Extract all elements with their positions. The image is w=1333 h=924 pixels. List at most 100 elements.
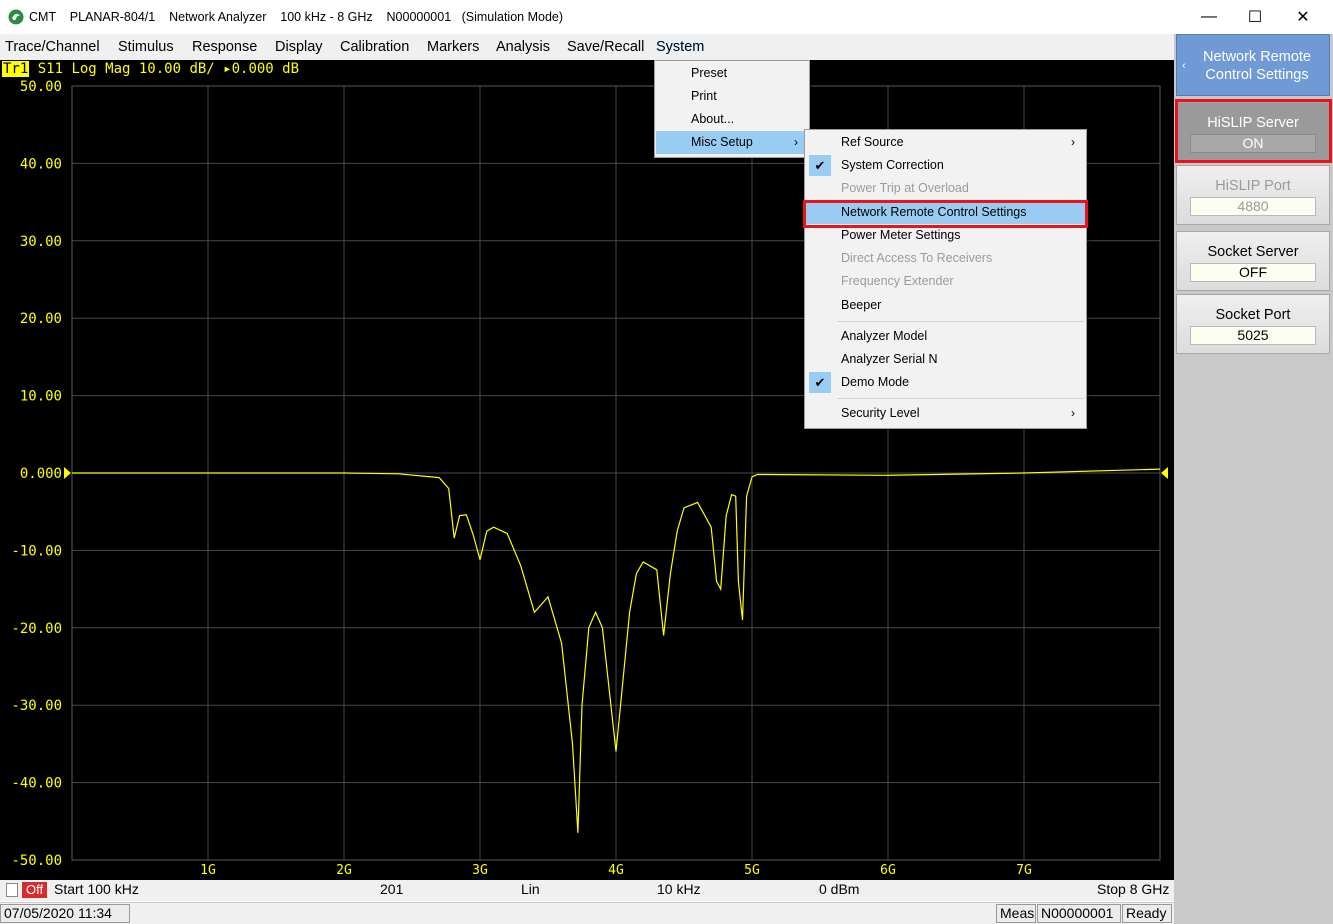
back-arrow-icon[interactable]: ‹	[1182, 57, 1186, 75]
print-label: Print	[691, 89, 717, 103]
y-tick-label: 10.00	[20, 389, 62, 405]
minimize-icon: —	[1201, 8, 1217, 25]
softkey-header-label: Network Remote Control Settings	[1203, 49, 1311, 83]
menu-item-analyzer-serial[interactable]: Analyzer Serial N	[806, 348, 1085, 371]
about-label: About...	[691, 112, 735, 126]
x-tick-label: 4G	[608, 863, 624, 878]
menu-response[interactable]: Response	[192, 39, 257, 55]
x-tick-label: 7G	[1016, 863, 1032, 878]
menu-item-system-correction[interactable]: ✔ System Correction	[806, 154, 1085, 177]
trace-format-label: S11 Log Mag 10.00 dB/ ▸0.000 dB	[29, 61, 300, 77]
softkey-hislip-port[interactable]: HiSLIP Port 4880	[1176, 165, 1330, 225]
menu-calibration[interactable]: Calibration	[340, 39, 409, 55]
x-tick-label: 5G	[744, 863, 760, 878]
socket-server-value: OFF	[1190, 263, 1316, 282]
menu-item-about[interactable]: About...	[656, 108, 808, 131]
meas-status: Meas	[996, 904, 1036, 923]
menu-display[interactable]: Display	[275, 39, 323, 55]
ready-status: Ready	[1122, 904, 1172, 923]
menu-separator	[837, 321, 1084, 322]
ref-source-label: Ref Source	[841, 135, 904, 149]
misc-setup-submenu: Ref Source › ✔ System Correction Power Tri…	[804, 129, 1087, 429]
socket-server-label: Socket Server	[1207, 244, 1299, 260]
menu-bar: Trace/Channel Stimulus Response Display …	[0, 34, 1174, 60]
stop-frequency[interactable]: Stop 8 GHz	[1097, 881, 1169, 897]
menu-item-print[interactable]: Print	[656, 85, 808, 108]
maximize-icon: ☐	[1247, 9, 1263, 26]
menu-separator	[837, 398, 1084, 399]
menu-item-power-trip: Power Trip at Overload	[806, 177, 1085, 200]
x-tick-label: 2G	[336, 863, 352, 878]
power-level[interactable]: 0 dBm	[819, 881, 859, 897]
y-tick-label: -30.00	[11, 698, 62, 714]
close-icon: ✕	[1296, 9, 1310, 26]
softkey-socket-port[interactable]: Socket Port 5025	[1176, 294, 1330, 354]
checkmark-icon: ✔	[809, 372, 831, 393]
channel-checkbox[interactable]	[6, 883, 18, 897]
y-tick-label: -50.00	[11, 853, 62, 869]
menu-item-beeper[interactable]: Beeper	[806, 294, 1085, 317]
misc-setup-label: Misc Setup	[691, 135, 753, 149]
beeper-label: Beeper	[841, 298, 882, 312]
start-frequency[interactable]: Start 100 kHz	[54, 881, 139, 897]
menu-trace-channel[interactable]: Trace/Channel	[5, 39, 100, 55]
menu-item-frequency-extender: Frequency Extender	[806, 270, 1085, 293]
softkey-header[interactable]: ‹ Network Remote Control Settings	[1176, 34, 1330, 96]
y-tick-label: 40.00	[20, 156, 62, 172]
menu-item-demo-mode[interactable]: ✔ Demo Mode	[806, 371, 1085, 394]
softkey-panel: ‹ Network Remote Control Settings HiSLIP…	[1174, 34, 1333, 924]
y-tick-label: -40.00	[11, 776, 62, 792]
x-tick-label: 1G	[200, 863, 216, 878]
system-correction-label: System Correction	[841, 158, 944, 172]
direct-access-label: Direct Access To Receivers	[841, 251, 993, 265]
frequency-extender-label: Frequency Extender	[841, 274, 954, 288]
hislip-port-value: 4880	[1190, 197, 1316, 216]
hislip-server-highlight	[1175, 99, 1332, 163]
menu-item-ref-source[interactable]: Ref Source ›	[806, 131, 1085, 154]
trace-tag[interactable]: Tr1	[2, 61, 30, 77]
off-badge[interactable]: Off	[22, 882, 48, 898]
trace-header[interactable]: Tr1 S11 Log Mag 10.00 dB/ ▸0.000 dB	[2, 61, 299, 77]
serial-status: N00000001	[1037, 904, 1121, 923]
submenu-arrow-icon: ›	[1071, 406, 1075, 420]
menu-markers[interactable]: Markers	[427, 39, 479, 55]
reference-marker-left	[64, 467, 71, 479]
menu-system[interactable]: System	[656, 39, 705, 55]
points-count[interactable]: 201	[380, 881, 403, 897]
analyzer-model-label: Analyzer Model	[841, 329, 928, 343]
menu-save-recall[interactable]: Save/Recall	[567, 39, 644, 55]
minimize-button[interactable]: —	[1186, 0, 1232, 34]
x-tick-label: 3G	[472, 863, 488, 878]
menu-item-security-level[interactable]: Security Level ›	[806, 402, 1085, 425]
y-tick-label: 30.00	[20, 234, 62, 250]
y-tick-label: 0.000	[20, 466, 62, 482]
preset-label: Preset	[691, 66, 728, 80]
menu-item-preset[interactable]: Preset	[656, 62, 808, 85]
sweep-type[interactable]: Lin	[521, 881, 540, 897]
analyzer-serial-label: Analyzer Serial N	[841, 352, 938, 366]
y-tick-label: -10.00	[11, 543, 62, 559]
menu-analysis[interactable]: Analysis	[496, 39, 550, 55]
x-tick-label: 6G	[880, 863, 896, 878]
if-bandwidth[interactable]: 10 kHz	[657, 881, 701, 897]
app-logo-icon	[8, 9, 24, 25]
socket-port-label: Socket Port	[1215, 307, 1291, 323]
window-title: CMT PLANAR-804/1 Network Analyzer 100 kH…	[29, 10, 564, 24]
menu-item-misc-setup[interactable]: Misc Setup ›	[656, 131, 808, 154]
network-remote-highlight	[803, 200, 1088, 228]
power-trip-label: Power Trip at Overload	[841, 181, 969, 195]
softkey-socket-server[interactable]: Socket Server OFF	[1176, 231, 1330, 291]
menu-item-analyzer-model[interactable]: Analyzer Model	[806, 325, 1085, 348]
y-tick-label: -20.00	[11, 621, 62, 637]
submenu-arrow-icon: ›	[1071, 135, 1075, 149]
submenu-arrow-icon: ›	[794, 135, 798, 149]
menu-stimulus[interactable]: Stimulus	[118, 39, 174, 55]
security-level-label: Security Level	[841, 406, 920, 420]
reference-marker-right	[1161, 467, 1168, 479]
channel-status-bar: Off Start 100 kHz 201 Lin 10 kHz 0 dBm S…	[0, 880, 1174, 901]
socket-port-value: 5025	[1190, 326, 1316, 345]
datetime-label: 07/05/2020 11:34	[0, 904, 130, 923]
status-bar: 07/05/2020 11:34 Meas N00000001 Ready	[0, 902, 1174, 924]
maximize-button[interactable]: ☐	[1232, 0, 1278, 34]
close-button[interactable]: ✕	[1280, 0, 1326, 34]
